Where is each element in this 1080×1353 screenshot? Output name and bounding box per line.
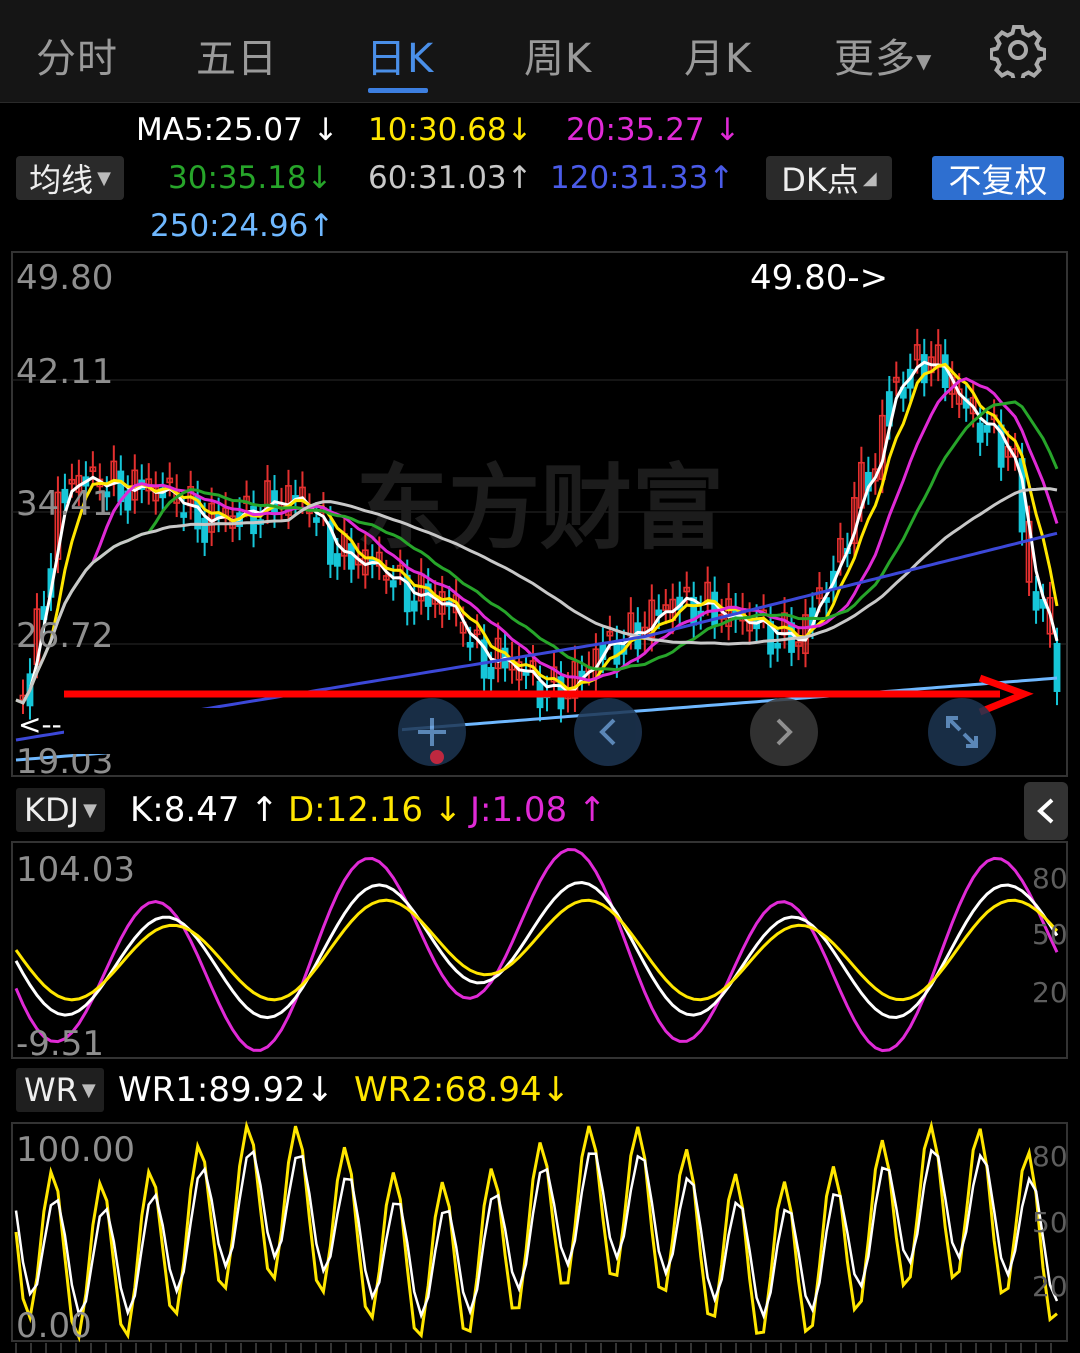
fullscreen-button[interactable]	[928, 698, 996, 766]
y-axis-label: 34.41	[16, 484, 114, 524]
y-axis-label: 42.11	[16, 352, 114, 392]
notification-dot	[430, 750, 444, 764]
kdj-frame	[11, 841, 1068, 1059]
max-price-marker: 49.80->	[750, 258, 889, 298]
kdj-right-tick: 20	[1032, 976, 1068, 1009]
wr2-value: WR2:68.94↓	[354, 1070, 571, 1110]
chevron-left-icon	[599, 718, 616, 746]
scroll-right-button[interactable]	[750, 698, 818, 766]
wr1-line	[14, 1148, 1059, 1320]
candle-body	[201, 517, 209, 543]
candle-body	[774, 642, 781, 649]
y-axis-label: 26.72	[16, 616, 114, 656]
wr-lines	[14, 1120, 1059, 1343]
candle-body	[313, 517, 320, 523]
wr1-value: WR1:89.92↓	[118, 1070, 335, 1110]
kline-chart-canvas[interactable]: 东方财富	[0, 0, 1080, 1353]
expand-icon	[946, 716, 978, 748]
candle-body	[1032, 591, 1040, 611]
candle-body	[983, 424, 991, 433]
plus-icon	[418, 718, 446, 746]
chevron-left-icon	[1037, 798, 1054, 824]
kdj-d-line	[14, 898, 1059, 1002]
kdj-right-tick: 80	[1032, 862, 1068, 895]
wr-selector[interactable]: WR ▼	[16, 1068, 104, 1112]
y-axis-label-top: 49.80	[16, 258, 114, 298]
kdj-y-bottom: -9.51	[16, 1024, 104, 1064]
wr-y-top: 100.00	[16, 1130, 135, 1170]
kdj-k-line	[14, 880, 1059, 1020]
wr-y-bottom: 0.00	[16, 1306, 92, 1346]
kdj-selector[interactable]: KDJ ▼	[16, 788, 105, 832]
time-axis-ticks	[15, 1343, 1052, 1353]
kdj-lines	[14, 847, 1059, 1053]
redaction-box	[64, 708, 402, 754]
collapse-panel-button[interactable]	[1024, 782, 1068, 840]
kdj-d-value: D:12.16 ↓	[288, 790, 463, 830]
candle-body	[333, 553, 341, 567]
kdj-right-tick: 50	[1032, 918, 1068, 951]
candle-body	[389, 580, 397, 588]
chevron-right-icon	[776, 718, 793, 746]
wr-right-tick: 80	[1032, 1140, 1068, 1173]
kdj-y-top: 104.03	[16, 850, 135, 890]
candle-body	[466, 642, 474, 648]
kdj-j-value: J:1.08 ↑	[470, 790, 607, 830]
min-price-marker: <--	[18, 708, 62, 741]
candle-body	[976, 422, 984, 443]
scroll-left-button[interactable]	[574, 698, 642, 766]
candle-body	[487, 666, 495, 680]
kdj-j-line	[14, 847, 1059, 1053]
kdj-k-value: K:8.47 ↑	[130, 790, 279, 830]
wr-right-tick: 50	[1032, 1206, 1068, 1239]
candle-body	[180, 512, 188, 518]
wr-right-tick: 20	[1032, 1270, 1068, 1303]
candle-body	[410, 600, 418, 612]
candle-body	[1053, 642, 1061, 692]
add-indicator-button[interactable]	[398, 698, 466, 766]
